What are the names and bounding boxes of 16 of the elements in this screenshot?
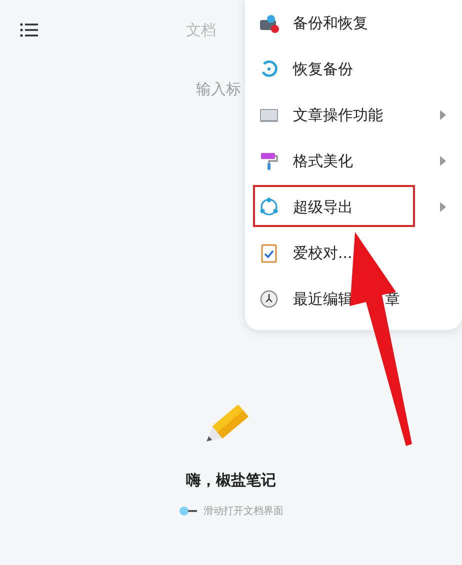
- menu-item[interactable]: 文章操作功能: [245, 92, 462, 138]
- hint-text: 滑动打开文档界面: [204, 504, 284, 518]
- menu-item[interactable]: 超级导出: [245, 184, 462, 230]
- paint-roller-icon: [259, 151, 279, 171]
- swipe-icon: [178, 506, 198, 516]
- clipboard-check-icon: [259, 243, 279, 263]
- menu-item[interactable]: 备份和恢复: [245, 0, 462, 46]
- menu-item[interactable]: 爱校对...: [245, 230, 462, 276]
- share-icon: [259, 197, 279, 217]
- clock-icon: [259, 289, 279, 309]
- menu-icon[interactable]: [20, 23, 38, 37]
- welcome-title: 嗨，椒盐笔记: [186, 471, 276, 490]
- menu-item[interactable]: 恢复备份: [245, 46, 462, 92]
- backup-icon: [259, 13, 279, 33]
- restore-icon: [259, 59, 279, 79]
- menu-item[interactable]: 格式美化: [245, 138, 462, 184]
